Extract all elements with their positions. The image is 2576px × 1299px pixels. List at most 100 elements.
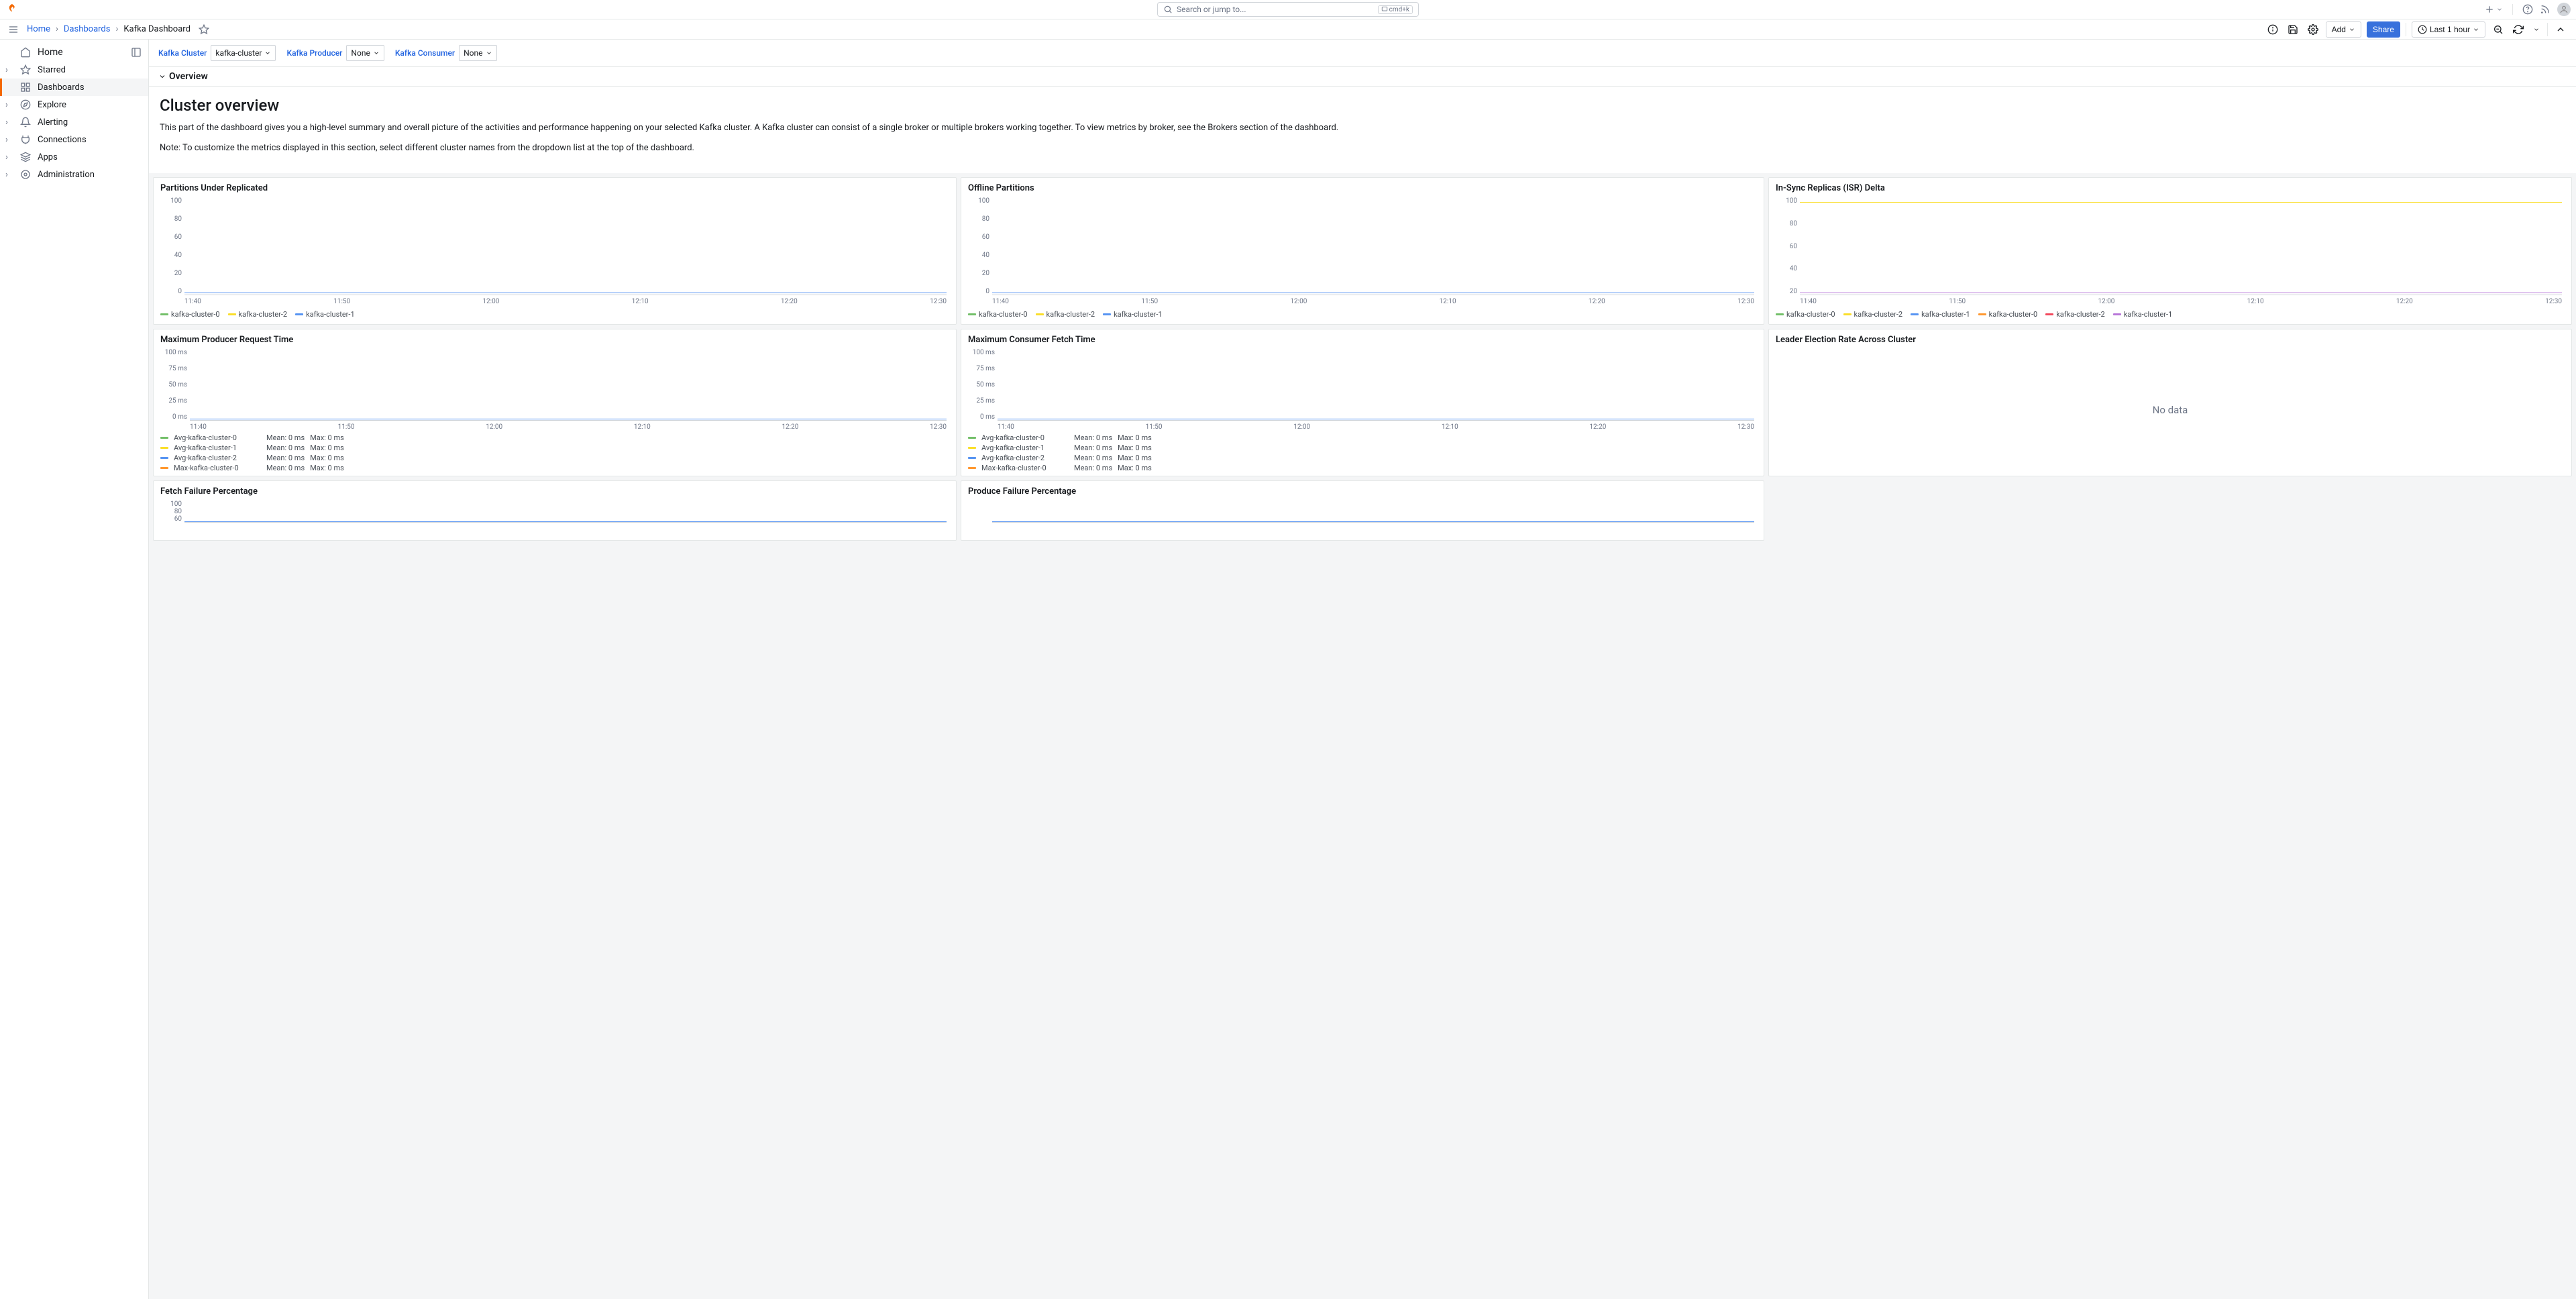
- rss-icon: [2540, 4, 2551, 15]
- help-icon: [2522, 4, 2533, 15]
- news-button[interactable]: [2540, 4, 2551, 15]
- panel-max_consumer[interactable]: Maximum Consumer Fetch Time 100 ms75 ms50…: [961, 329, 1764, 476]
- breadcrumb-dashboards[interactable]: Dashboards: [64, 24, 111, 34]
- save-dashboard-button[interactable]: [2286, 21, 2300, 38]
- sidebar-item-connections[interactable]: ›Connections: [0, 131, 148, 148]
- panel-leader_election[interactable]: Leader Election Rate Across ClusterNo da…: [1768, 329, 2572, 476]
- dashboard-settings-button[interactable]: [2306, 21, 2320, 38]
- legend-row[interactable]: Max-kafka-cluster-0Mean: 0 msMax: 0 ms: [968, 463, 1757, 470]
- legend-item[interactable]: kafka-cluster-2: [2045, 310, 2105, 319]
- info-icon: [2267, 24, 2278, 35]
- compass-icon: [20, 99, 31, 110]
- time-picker-button[interactable]: Last 1 hour: [2412, 21, 2485, 38]
- sidebar-item-apps[interactable]: ›Apps: [0, 148, 148, 166]
- chevron-down-icon: [373, 50, 380, 56]
- legend-item[interactable]: kafka-cluster-0: [160, 310, 220, 319]
- menu-toggle[interactable]: [8, 24, 19, 35]
- chart-legend: kafka-cluster-0 kafka-cluster-2 kafka-clus…: [1776, 310, 2565, 319]
- legend-item[interactable]: kafka-cluster-2: [1036, 310, 1095, 319]
- add-panel-button[interactable]: Add: [2326, 21, 2361, 38]
- legend-row[interactable]: Avg-kafka-cluster-0Mean: 0 msMax: 0 ms: [160, 433, 949, 443]
- chevron-right-icon: ›: [5, 135, 8, 145]
- chart-body: 10080604020011:4011:5012:0012:1012:2012:…: [968, 197, 1757, 319]
- panel-left-icon: [131, 47, 142, 58]
- dashboard-insights-button[interactable]: [2265, 21, 2280, 38]
- zoom-out-icon: [2493, 24, 2504, 35]
- breadcrumb-home[interactable]: Home: [27, 24, 50, 34]
- chevron-up-icon: [2555, 24, 2566, 35]
- share-button[interactable]: Share: [2367, 21, 2400, 38]
- layers-icon: [20, 152, 31, 162]
- sidebar-item-explore[interactable]: ›Explore: [0, 96, 148, 113]
- overview-p1: This part of the dashboard gives you a h…: [160, 121, 2565, 135]
- sidebar-item-administration[interactable]: ›Administration: [0, 166, 148, 183]
- chart-body: 1008060402011:4011:5012:0012:1012:2012:3…: [1776, 197, 2565, 319]
- legend-item[interactable]: kafka-cluster-1: [1103, 310, 1163, 319]
- favorite-button[interactable]: [199, 24, 209, 35]
- chart-body: 1008060: [160, 501, 949, 535]
- var-select-cluster[interactable]: kafka-cluster: [211, 45, 276, 61]
- chevron-down-icon: [2349, 26, 2355, 33]
- legend-item[interactable]: kafka-cluster-0: [1776, 310, 1835, 319]
- menu-icon: [8, 24, 19, 35]
- panel-partitions_under[interactable]: Partitions Under Replicated1008060402001…: [153, 177, 957, 325]
- legend-item[interactable]: kafka-cluster-0: [968, 310, 1028, 319]
- collapse-sidebar-button[interactable]: [131, 47, 142, 58]
- help-button[interactable]: [2522, 4, 2533, 15]
- overview-text-panel: Cluster overview This part of the dashbo…: [149, 87, 2576, 173]
- overview-p2: Note: To customize the metrics displayed…: [160, 142, 2565, 155]
- legend-row[interactable]: Avg-kafka-cluster-1Mean: 0 msMax: 0 ms: [160, 443, 949, 453]
- zoom-out-button[interactable]: [2491, 21, 2506, 38]
- panel-title: Offline Partitions: [968, 183, 1757, 193]
- legend-item[interactable]: kafka-cluster-0: [1978, 310, 2038, 319]
- sidebar-item-alerting[interactable]: ›Alerting: [0, 113, 148, 131]
- search-icon: [1163, 5, 1173, 14]
- no-data-message: No data: [1776, 349, 2565, 470]
- var-select-consumer[interactable]: None: [459, 45, 496, 61]
- chevron-right-icon: ›: [5, 170, 8, 180]
- global-search[interactable]: Search or jump to... cmd+k: [1157, 2, 1419, 17]
- user-avatar[interactable]: [2557, 3, 2571, 16]
- chevron-down-icon: [2533, 26, 2540, 33]
- overview-heading: Cluster overview: [160, 96, 2565, 115]
- panel-max_producer[interactable]: Maximum Producer Request Time100 ms75 ms…: [153, 329, 957, 476]
- chevron-down-icon: [158, 72, 166, 81]
- grafana-logo-icon[interactable]: [5, 3, 19, 16]
- chevron-right-icon: ›: [5, 100, 8, 110]
- legend-row[interactable]: Avg-kafka-cluster-1Mean: 0 msMax: 0 ms: [968, 443, 1757, 453]
- sidebar-item-starred[interactable]: ›Starred: [0, 61, 148, 79]
- var-select-producer[interactable]: None: [346, 45, 384, 61]
- refresh-button[interactable]: [2511, 21, 2526, 38]
- kiosk-button[interactable]: [2553, 21, 2568, 38]
- var-label-cluster: Kafka Cluster: [158, 48, 207, 58]
- panel-title: Maximum Producer Request Time: [160, 335, 949, 345]
- sidebar-item-home[interactable]: Home: [38, 47, 63, 58]
- chart-legend: kafka-cluster-0 kafka-cluster-2 kafka-clus…: [968, 310, 1757, 319]
- legend-row[interactable]: Avg-kafka-cluster-2Mean: 0 msMax: 0 ms: [968, 453, 1757, 463]
- add-menu[interactable]: [2484, 4, 2503, 15]
- legend-item[interactable]: kafka-cluster-1: [2113, 310, 2173, 319]
- breadcrumb: Home › Dashboards › Kafka Dashboard: [27, 24, 209, 35]
- legend-row[interactable]: Avg-kafka-cluster-2Mean: 0 msMax: 0 ms: [160, 453, 949, 463]
- panel-produce_fail[interactable]: Produce Failure Percentage: [961, 480, 1764, 541]
- panel-isr_delta[interactable]: In-Sync Replicas (ISR) Delta100806040201…: [1768, 177, 2572, 325]
- panel-title: Partitions Under Replicated: [160, 183, 949, 193]
- page-toolbar: Home › Dashboards › Kafka Dashboard Add …: [0, 19, 2576, 40]
- panel-offline_partitions[interactable]: Offline Partitions 10080604020011:4011:50…: [961, 177, 1764, 325]
- topbar: Search or jump to... cmd+k: [0, 0, 2576, 19]
- legend-row[interactable]: Max-kafka-cluster-0Mean: 0 msMax: 0 ms: [160, 463, 949, 470]
- refresh-interval-button[interactable]: [2531, 21, 2542, 38]
- legend-item[interactable]: kafka-cluster-1: [295, 310, 355, 319]
- legend-item[interactable]: kafka-cluster-2: [1843, 310, 1903, 319]
- panel-title: Maximum Consumer Fetch Time: [968, 335, 1757, 345]
- panel-fetch_fail[interactable]: Fetch Failure Percentage1008060: [153, 480, 957, 541]
- sidebar-item-dashboards[interactable]: Dashboards: [0, 79, 148, 96]
- legend-item[interactable]: kafka-cluster-1: [1911, 310, 1970, 319]
- row-header-overview[interactable]: Overview: [149, 67, 2576, 87]
- legend-item[interactable]: kafka-cluster-2: [228, 310, 288, 319]
- chevron-down-icon: [486, 50, 492, 56]
- panel-title: Produce Failure Percentage: [968, 486, 1757, 497]
- chart-body: 100 ms75 ms50 ms25 ms0 ms11:4011:5012:00…: [968, 349, 1757, 470]
- chart-legend-table: Avg-kafka-cluster-0Mean: 0 msMax: 0 msAv…: [968, 433, 1757, 470]
- legend-row[interactable]: Avg-kafka-cluster-0Mean: 0 msMax: 0 ms: [968, 433, 1757, 443]
